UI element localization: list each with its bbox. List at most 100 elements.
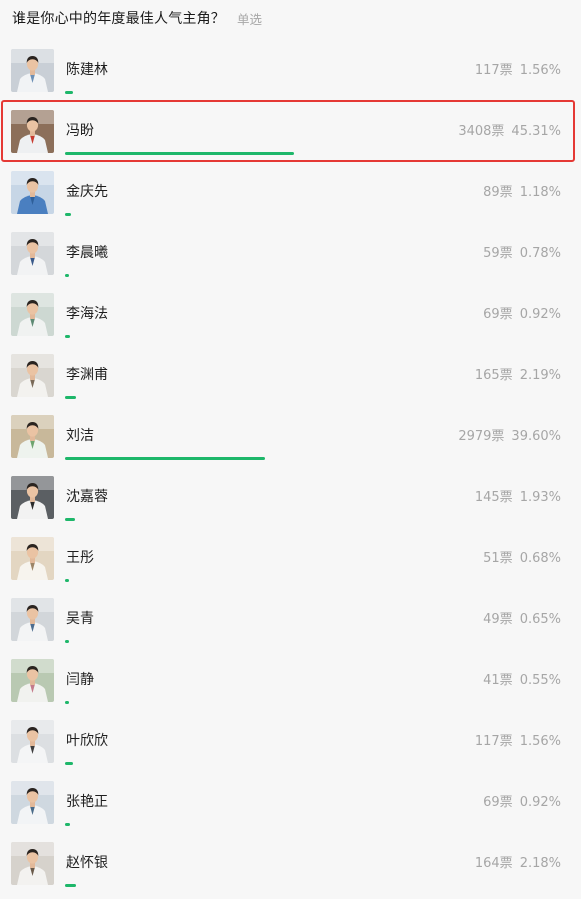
poll-option-7[interactable]: 刘洁 2979票 39.60% <box>0 407 581 468</box>
vote-count: 2979票 <box>458 429 505 444</box>
progress-track <box>65 701 570 704</box>
vote-count: 164票 <box>474 856 513 871</box>
option-stats: 165票 2.19% <box>475 367 561 384</box>
progress-track <box>65 274 570 277</box>
progress-fill <box>65 457 265 460</box>
progress-track <box>65 396 570 399</box>
poll-option-3[interactable]: 金庆先 89票 1.18% <box>0 163 581 224</box>
doctor-photo-icon <box>11 293 54 336</box>
option-stats: 41票 0.55% <box>483 672 561 689</box>
option-stats: 49票 0.65% <box>483 611 561 628</box>
vote-percent: 0.92% <box>519 307 561 322</box>
vote-count: 89票 <box>483 185 513 200</box>
progress-track <box>65 884 570 887</box>
poll-title: 谁是你心中的年度最佳人气主角？ <box>12 11 225 27</box>
avatar <box>11 415 54 458</box>
doctor-photo-icon <box>11 781 54 824</box>
vote-percent: 1.18% <box>519 185 561 200</box>
option-stats: 51票 0.68% <box>483 550 561 567</box>
poll-option-5[interactable]: 李海法 69票 0.92% <box>0 285 581 346</box>
option-stats: 117票 1.56% <box>475 733 561 750</box>
vote-count: 49票 <box>483 612 513 627</box>
poll-option-11[interactable]: 闫静 41票 0.55% <box>0 651 581 712</box>
avatar <box>11 110 54 153</box>
progress-fill <box>65 213 71 216</box>
poll-option-1[interactable]: 陈建林 117票 1.56% <box>0 41 581 102</box>
poll-option-12[interactable]: 叶欣欣 117票 1.56% <box>0 712 581 773</box>
poll-option-2[interactable]: 冯盼 3408票 45.31% <box>0 100 581 163</box>
poll-option-9[interactable]: 王彤 51票 0.68% <box>0 529 581 590</box>
option-stats: 69票 0.92% <box>483 306 561 323</box>
vote-percent: 1.56% <box>519 734 561 749</box>
option-name: 冯盼 <box>66 123 94 139</box>
poll-option-10[interactable]: 吴青 49票 0.65% <box>0 590 581 651</box>
avatar <box>11 842 54 885</box>
doctor-photo-icon <box>11 232 54 275</box>
option-stats: 164票 2.18% <box>475 855 561 872</box>
progress-track <box>65 457 570 460</box>
poll-option-13[interactable]: 张艳正 69票 0.92% <box>0 773 581 834</box>
poll-option-4[interactable]: 李晨曦 59票 0.78% <box>0 224 581 285</box>
poll-option-8[interactable]: 沈嘉蓉 145票 1.93% <box>0 468 581 529</box>
option-name: 金庆先 <box>66 184 108 200</box>
avatar <box>11 659 54 702</box>
doctor-photo-icon <box>11 171 54 214</box>
poll-option-6[interactable]: 李渊甫 165票 2.19% <box>0 346 581 407</box>
doctor-photo-icon <box>11 415 54 458</box>
progress-track <box>65 213 570 216</box>
avatar <box>11 598 54 641</box>
option-stats: 59票 0.78% <box>483 245 561 262</box>
poll-option-14[interactable]: 赵怀银 164票 2.18% <box>0 834 581 895</box>
vote-percent: 0.78% <box>519 246 561 261</box>
option-name: 王彤 <box>66 550 94 566</box>
progress-fill <box>65 91 73 94</box>
poll-header: 谁是你心中的年度最佳人气主角？ 单选 <box>12 6 262 30</box>
avatar <box>11 354 54 397</box>
vote-percent: 1.56% <box>519 63 561 78</box>
option-stats: 89票 1.18% <box>483 184 561 201</box>
progress-fill <box>65 396 76 399</box>
progress-fill <box>65 640 69 643</box>
progress-fill <box>65 579 69 582</box>
option-stats: 2979票 39.60% <box>458 428 561 445</box>
progress-track <box>65 579 570 582</box>
vote-count: 41票 <box>483 673 513 688</box>
avatar <box>11 49 54 92</box>
doctor-photo-icon <box>11 842 54 885</box>
progress-track <box>65 335 570 338</box>
poll-type-label: 单选 <box>237 11 263 27</box>
vote-percent: 2.18% <box>519 856 561 871</box>
vote-percent: 0.65% <box>519 612 561 627</box>
vote-count: 69票 <box>483 307 513 322</box>
progress-fill <box>65 884 76 887</box>
avatar <box>11 476 54 519</box>
option-name: 闫静 <box>66 672 94 688</box>
vote-percent: 45.31% <box>511 124 561 139</box>
option-name: 张艳正 <box>66 794 108 810</box>
progress-track <box>65 762 570 765</box>
option-stats: 145票 1.93% <box>475 489 561 506</box>
vote-count: 145票 <box>474 490 513 505</box>
option-name: 赵怀银 <box>66 855 108 871</box>
option-stats: 117票 1.56% <box>475 62 561 79</box>
vote-count: 165票 <box>474 368 513 383</box>
vote-percent: 2.19% <box>519 368 561 383</box>
doctor-photo-icon <box>11 720 54 763</box>
doctor-photo-icon <box>11 110 54 153</box>
progress-track <box>65 640 570 643</box>
avatar <box>11 293 54 336</box>
progress-fill <box>65 152 294 155</box>
avatar <box>11 720 54 763</box>
vote-percent: 39.60% <box>511 429 561 444</box>
avatar <box>11 232 54 275</box>
vote-percent: 0.68% <box>519 551 561 566</box>
progress-fill <box>65 335 70 338</box>
vote-count: 69票 <box>483 795 513 810</box>
doctor-photo-icon <box>11 659 54 702</box>
progress-track <box>65 91 570 94</box>
vote-count: 59票 <box>483 246 513 261</box>
progress-fill <box>65 274 69 277</box>
progress-fill <box>65 823 70 826</box>
progress-fill <box>65 701 69 704</box>
doctor-photo-icon <box>11 49 54 92</box>
